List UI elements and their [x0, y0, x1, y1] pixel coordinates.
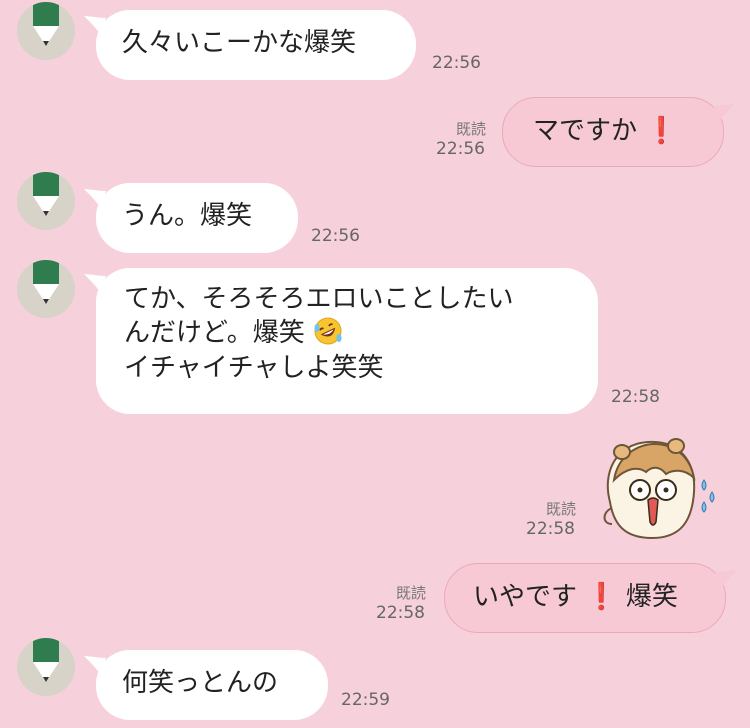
message-text: 爆笑 — [625, 582, 678, 612]
pencil-avatar-icon — [17, 172, 75, 230]
bubble-tail — [84, 274, 106, 292]
message-text: いやです — [473, 582, 578, 612]
message-bubble-incoming[interactable]: 何笑っとんの — [84, 650, 328, 720]
message-text: うん。爆笑 — [122, 201, 253, 231]
avatar[interactable] — [17, 2, 75, 60]
read-receipt: 既読 — [546, 500, 577, 518]
timestamp: 22:58 — [611, 387, 660, 407]
bubble-tail — [713, 104, 735, 122]
read-receipt: 既読 — [396, 584, 427, 602]
bubble-tail — [84, 656, 106, 674]
timestamp: 22:56 — [432, 53, 481, 73]
avatar[interactable] — [17, 638, 75, 696]
exclamation-icon: ❗ — [585, 582, 618, 612]
message-text-line: んだけど。爆笑 — [124, 318, 305, 349]
message-text-line: てか、そろそろエロいことしたい — [124, 284, 514, 314]
timestamp: 22:56 — [311, 226, 360, 246]
timestamp: 22:59 — [341, 690, 390, 710]
message-bubble-outgoing[interactable]: いやです ❗ 爆笑 — [444, 563, 737, 633]
message-bubble-incoming[interactable]: うん。爆笑 — [84, 183, 298, 253]
timestamp: 22:58 — [526, 519, 575, 539]
message-bubble-incoming[interactable]: てか、そろそろエロいことしたい んだけど。爆笑 イチャイチャしよ笑笑 — [84, 268, 598, 414]
avatar[interactable] — [17, 172, 75, 230]
hamster-sticker[interactable] — [596, 432, 724, 544]
avatar[interactable] — [17, 260, 75, 318]
message-text: マですか — [533, 116, 638, 146]
hamster-sticker-icon — [603, 438, 715, 540]
pencil-avatar-icon — [17, 260, 75, 318]
bubble-tail — [84, 16, 106, 34]
bubble-tail — [84, 189, 106, 207]
message-text: 久々いこーかな爆笑 — [122, 28, 357, 58]
message-text-line: イチャイチャしよ笑笑 — [124, 352, 384, 383]
timestamp: 22:56 — [436, 139, 485, 159]
timestamp: 22:58 — [376, 603, 425, 623]
message-bubble-outgoing[interactable]: マですか ❗ — [502, 97, 735, 167]
pencil-avatar-icon — [17, 638, 75, 696]
pencil-avatar-icon — [17, 2, 75, 60]
bubble-tail — [715, 570, 737, 588]
read-receipt: 既読 — [456, 120, 487, 138]
rolling-on-floor-laughing-emoji-icon — [314, 317, 342, 345]
exclamation-icon: ❗ — [645, 116, 678, 146]
message-text: 何笑っとんの — [122, 668, 279, 698]
message-bubble-incoming[interactable]: 久々いこーかな爆笑 — [84, 10, 416, 80]
